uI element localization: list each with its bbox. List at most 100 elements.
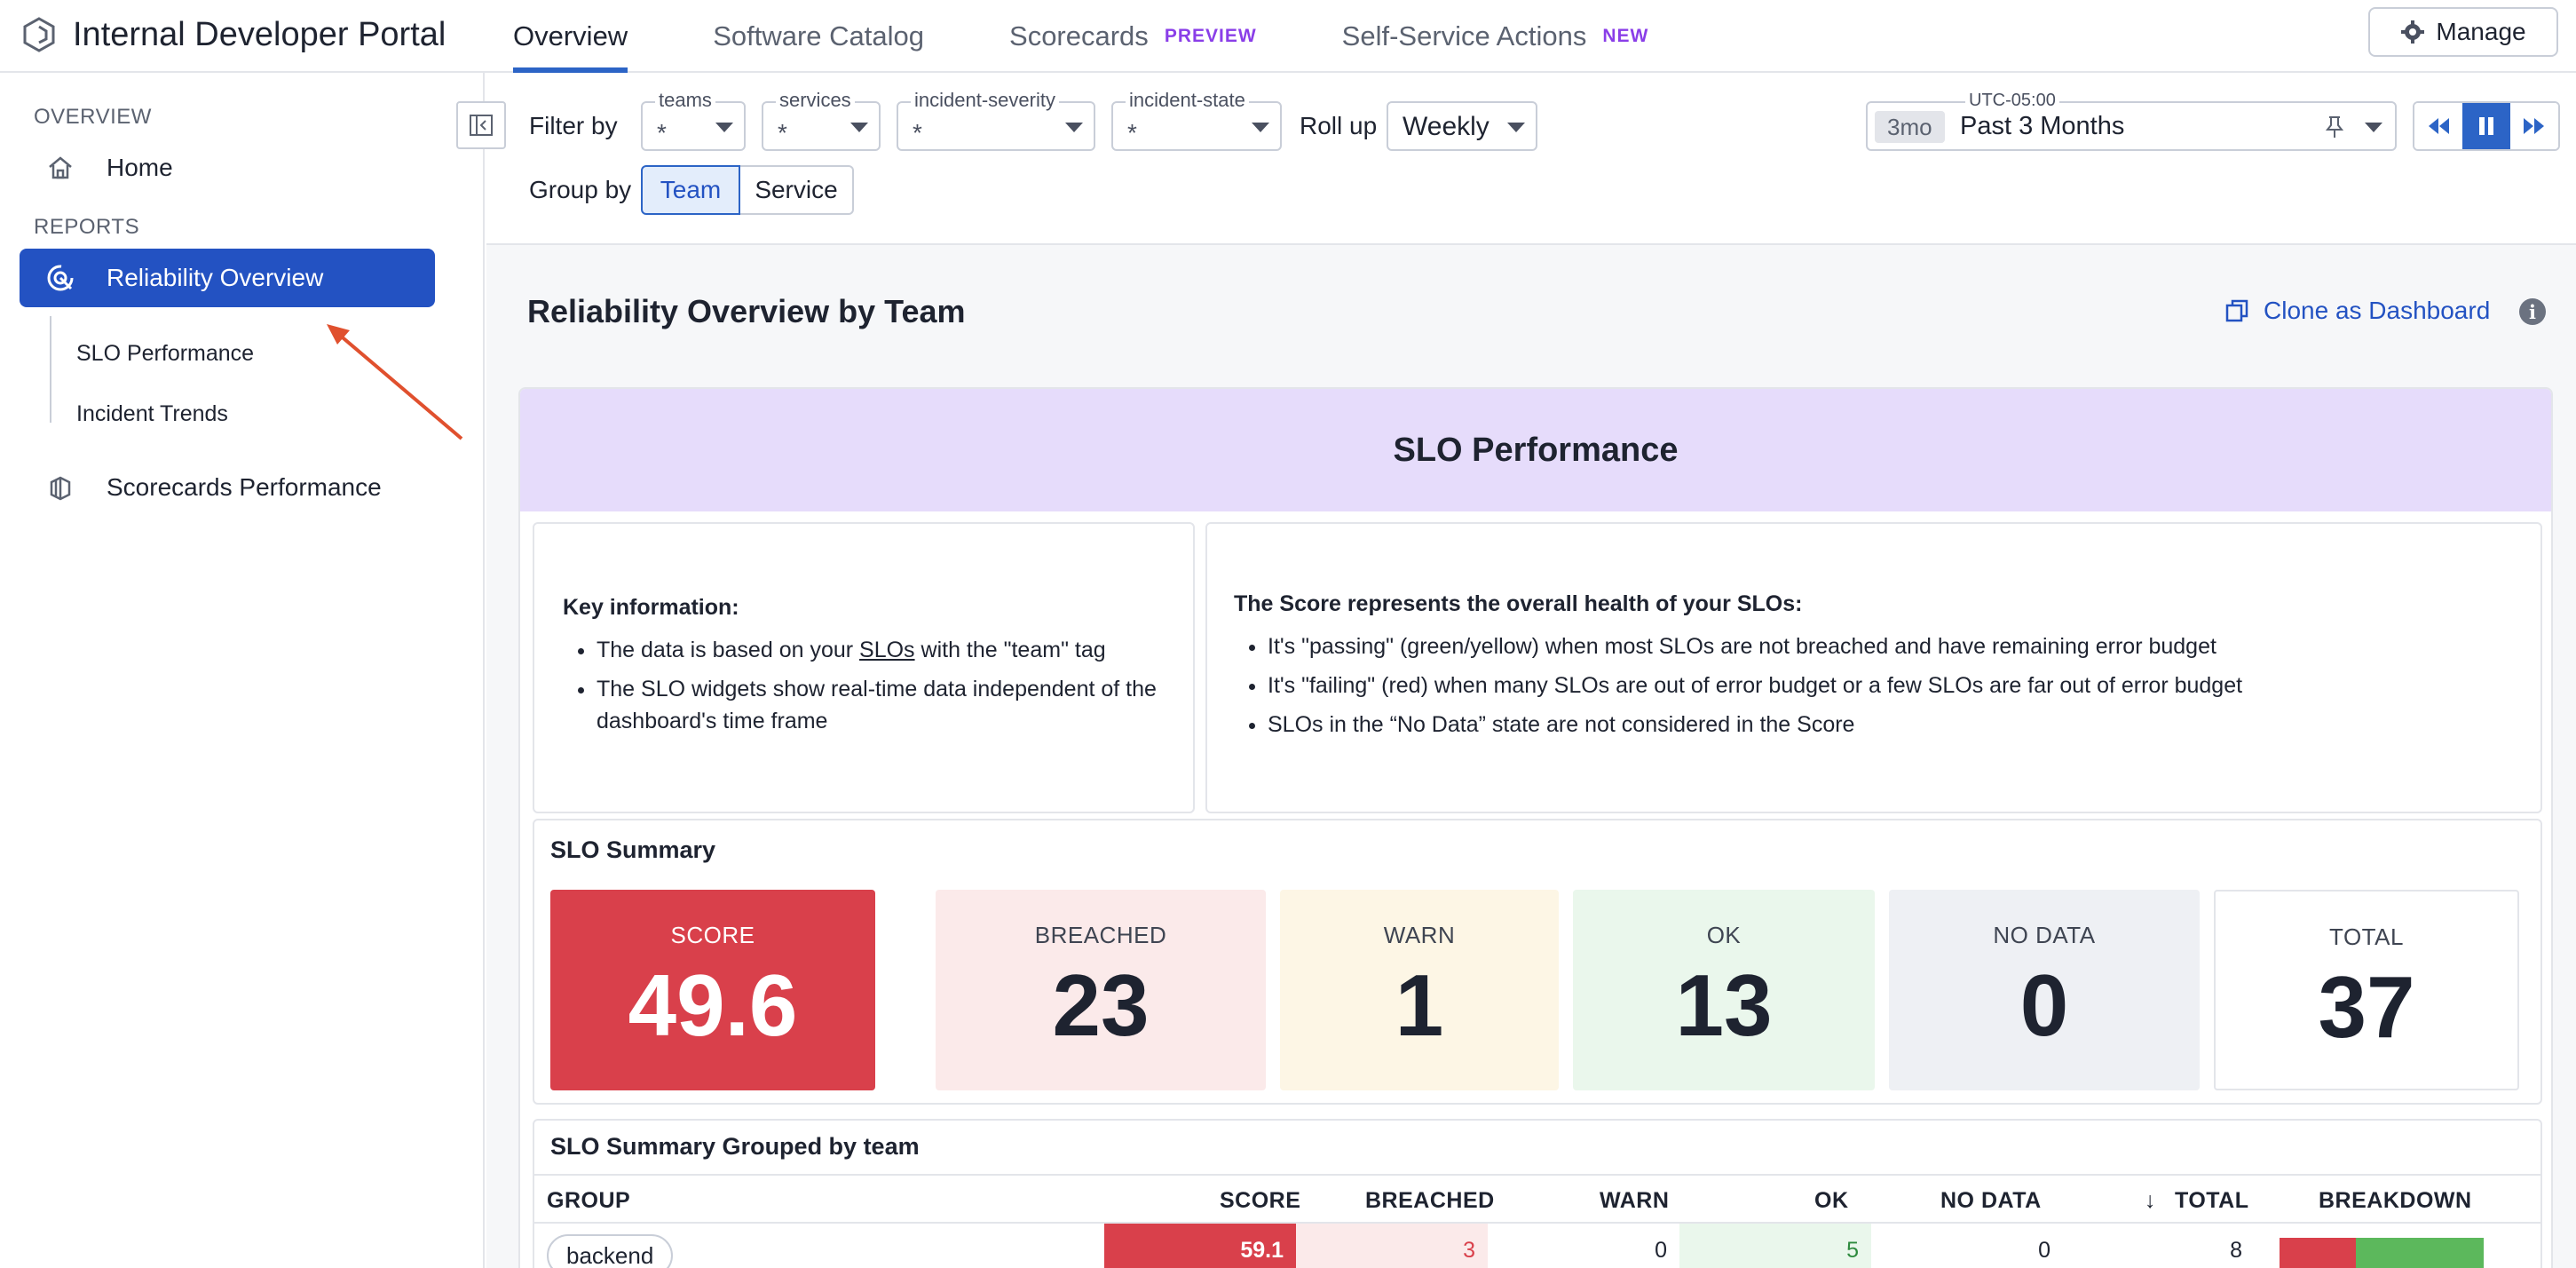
incident-state-legend: incident-state [1126, 89, 1249, 112]
list-item: SLOs in the “No Data” state are not cons… [1268, 709, 2512, 741]
group-by-team-option[interactable]: Team [641, 165, 740, 215]
breached-tile[interactable]: BREACHED 23 [936, 890, 1266, 1090]
column-header-total[interactable]: TOTAL [2175, 1188, 2249, 1214]
services-legend: services [776, 89, 855, 112]
sort-arrow-down-icon[interactable]: ↓ [2145, 1188, 2156, 1214]
sidebar-item-label: Reliability Overview [107, 264, 324, 291]
group-tag[interactable]: backend [547, 1234, 674, 1268]
list-item: It's "passing" (green/yellow) when most … [1268, 630, 2512, 662]
chevron-down-icon [715, 123, 733, 132]
main-nav: Overview Software Catalog Scorecards PRE… [513, 0, 1734, 73]
time-range-selector[interactable]: UTC-05:00 3mo Past 3 Months [1866, 91, 2397, 151]
home-icon [44, 152, 76, 184]
section-banner: SLO Performance [520, 389, 2551, 511]
pause-button[interactable] [2462, 103, 2510, 149]
services-value: * [778, 119, 787, 147]
copy-icon [2225, 299, 2248, 322]
reports-heading: REPORTS [34, 215, 140, 239]
sidebar-subitem-slo-performance[interactable]: SLO Performance [76, 341, 254, 367]
column-header-breakdown[interactable]: BREAKDOWN [2319, 1188, 2472, 1214]
tile-value: 49.6 [628, 956, 798, 1054]
incident-severity-legend: incident-severity [911, 89, 1059, 112]
tab-self-service-actions[interactable]: Self-Service Actions NEW [1342, 0, 1649, 73]
tile-label: SCORE [670, 922, 755, 948]
top-bar: Internal Developer Portal Overview Softw… [0, 0, 2576, 73]
incident-state-filter[interactable]: incident-state * [1111, 89, 1282, 151]
score-info-heading: The Score represents the overall health … [1234, 591, 1803, 616]
score-tile[interactable]: SCORE 49.6 [550, 890, 875, 1090]
column-header-warn[interactable]: WARN [1600, 1188, 1669, 1214]
sidebar-item-home[interactable]: Home [20, 139, 435, 197]
incident-severity-filter[interactable]: incident-severity * [897, 89, 1095, 151]
preview-badge: PREVIEW [1164, 26, 1257, 46]
group-by-service-option[interactable]: Service [740, 165, 854, 215]
ok-tile[interactable]: OK 13 [1573, 890, 1875, 1090]
brand[interactable]: Internal Developer Portal [20, 12, 446, 57]
tile-label: TOTAL [2329, 923, 2404, 950]
reliability-icon [44, 262, 76, 294]
fast-forward-icon [2524, 118, 2544, 134]
rollup-value: Weekly [1403, 112, 1489, 141]
no-data-tile[interactable]: NO DATA 0 [1889, 890, 2200, 1090]
timezone-label: UTC-05:00 [1965, 91, 2059, 111]
collapse-panel-icon [470, 115, 493, 136]
rollup-select[interactable]: Weekly [1387, 101, 1537, 151]
breakdown-breached-bar [2280, 1238, 2356, 1268]
slos-link[interactable]: SLOs [859, 638, 915, 662]
total-tile[interactable]: TOTAL 37 [2214, 890, 2519, 1090]
tab-overview[interactable]: Overview [513, 0, 628, 73]
manage-button[interactable]: Manage [2368, 7, 2558, 57]
chevron-down-icon [2365, 123, 2382, 132]
row-ok: 5 [1679, 1224, 1871, 1268]
services-filter[interactable]: services * [762, 89, 881, 151]
group-by-toggle: Team Service [641, 165, 854, 215]
tab-scorecards[interactable]: Scorecards PREVIEW [1009, 0, 1257, 73]
new-badge: NEW [1602, 26, 1649, 46]
manage-label: Manage [2436, 18, 2526, 45]
overview-heading: OVERVIEW [34, 105, 152, 129]
warn-tile[interactable]: WARN 1 [1280, 890, 1559, 1090]
sidebar-subitem-incident-trends[interactable]: Incident Trends [76, 401, 228, 427]
collapse-sidebar-button[interactable] [456, 101, 506, 149]
chevron-down-icon [1065, 123, 1083, 132]
key-information-note: Key information: The data is based on yo… [533, 522, 1195, 813]
tile-label: NO DATA [1993, 922, 2096, 948]
sidebar-item-scorecards-performance[interactable]: Scorecards Performance [20, 458, 435, 517]
incident-severity-value: * [913, 119, 922, 147]
tab-label: Overview [513, 20, 628, 52]
rewind-icon [2429, 118, 2449, 134]
tab-software-catalog[interactable]: Software Catalog [713, 0, 924, 73]
clone-as-dashboard-button[interactable]: Clone as Dashboard [2224, 297, 2490, 325]
slo-performance-section: SLO Performance Key information: The dat… [518, 387, 2553, 1268]
clone-label: Clone as Dashboard [2264, 297, 2491, 324]
submenu-line [50, 316, 51, 423]
tile-value: 37 [2318, 958, 2415, 1056]
info-icon[interactable]: i [2519, 298, 2546, 325]
row-score: 59.1 [1104, 1224, 1296, 1268]
time-range-value: Past 3 Months [1960, 112, 2125, 140]
sidebar-item-reliability-overview[interactable]: Reliability Overview [20, 249, 435, 307]
tile-value: 1 [1395, 956, 1444, 1054]
column-header-no-data[interactable]: NO DATA [1940, 1188, 2042, 1214]
breakdown-ok-bar [2356, 1238, 2484, 1268]
row-no-data: 0 [2038, 1237, 2051, 1263]
pin-icon[interactable] [2324, 115, 2345, 143]
scorecards-icon [44, 472, 76, 503]
tab-label: Self-Service Actions [1341, 20, 1587, 52]
teams-filter[interactable]: teams * [641, 89, 746, 151]
rollup-label: Roll up [1300, 112, 1378, 139]
column-header-group[interactable]: GROUP [547, 1188, 630, 1214]
rewind-button[interactable] [2414, 103, 2462, 149]
row-total: 8 [2230, 1237, 2242, 1263]
column-header-score[interactable]: SCORE [1220, 1188, 1300, 1214]
column-header-ok[interactable]: OK [1814, 1188, 1849, 1214]
group-by-label: Group by [529, 176, 632, 203]
page-title: Reliability Overview by Team [527, 293, 966, 329]
app-title: Internal Developer Portal [73, 15, 446, 53]
incident-state-value: * [1127, 119, 1137, 147]
column-header-breached[interactable]: BREACHED [1365, 1188, 1495, 1214]
sidebar: OVERVIEW Home REPORTS Reliability Overvi… [0, 73, 485, 1268]
widget-title: SLO Summary Grouped by team [550, 1133, 920, 1160]
playback-controls [2413, 101, 2560, 151]
fast-forward-button[interactable] [2510, 103, 2558, 149]
